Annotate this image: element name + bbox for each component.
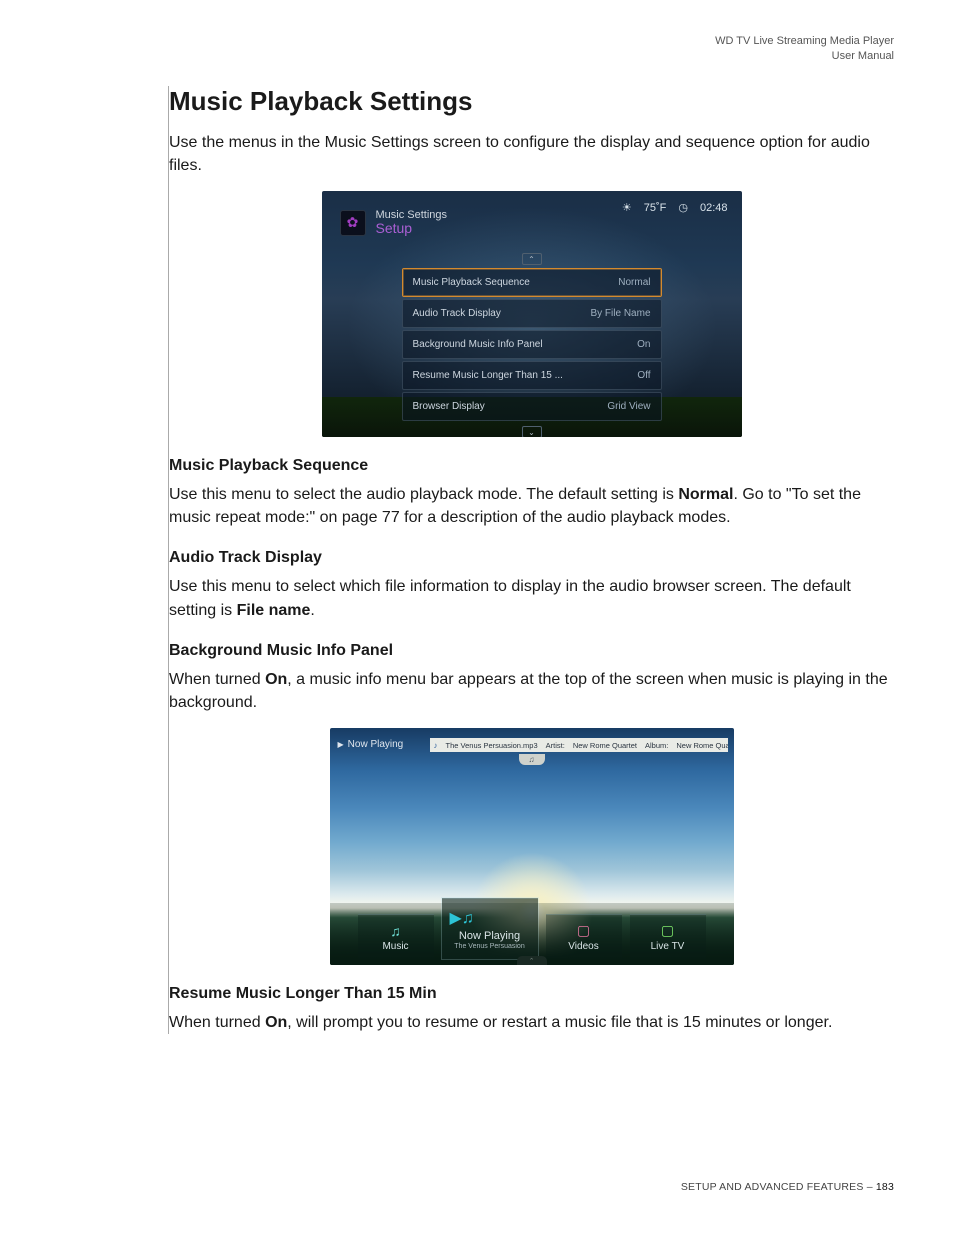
section-paragraph: Use this menu to select which file infor… [169, 575, 894, 621]
menu-row-bg-info-panel[interactable]: Background Music Info Panel On [402, 330, 662, 359]
section-heading: Audio Track Display [169, 549, 894, 567]
breadcrumb-current: Setup [376, 221, 448, 236]
settings-menu: ⌃ Music Playback Sequence Normal Audio T… [402, 253, 662, 437]
section-heading: Music Playback Sequence [169, 457, 894, 475]
temperature: 75˚F [644, 202, 667, 214]
menu-row-value: Normal [618, 277, 650, 288]
play-icon: ▶ [338, 740, 344, 749]
text: Use this menu to select the audio playba… [169, 486, 678, 503]
menu-row-label: Audio Track Display [413, 308, 501, 319]
page-footer: SETUP AND ADVANCED FEATURES – 183 [681, 1181, 894, 1193]
menu-row-label: Background Music Info Panel [413, 339, 543, 350]
menu-row-resume-15min[interactable]: Resume Music Longer Than 15 ... Off [402, 361, 662, 390]
home-tiles: ♫ Music ▶♫ Now Playing The Venus Persuas… [330, 891, 734, 959]
tv-icon: ▢ [661, 922, 674, 939]
music-icon: ♫ [390, 923, 401, 939]
menu-row-label: Music Playback Sequence [413, 277, 530, 288]
section-paragraph: Use this menu to select the audio playba… [169, 483, 894, 529]
info-artist-key: Artist: [546, 741, 565, 750]
weather-icon: ☀ [622, 201, 632, 214]
music-info-bar: ♪ The Venus Persuasion.mp3 Artist: New R… [430, 738, 728, 752]
menu-row-value: Off [637, 370, 650, 381]
clock-icon: ◷ [678, 201, 688, 214]
screenshot-home-now-playing: ▶ Now Playing ♪ The Venus Persuasion.mp3 … [330, 728, 734, 965]
tile-now-playing[interactable]: ▶♫ Now Playing The Venus Persuasion [442, 898, 538, 959]
footer-section: SETUP AND ADVANCED FEATURES [681, 1181, 864, 1193]
menu-row-value: By File Name [590, 308, 650, 319]
info-album-val: New Rome Quartet [676, 741, 727, 750]
gear-icon: ✿ [340, 210, 366, 236]
text-bold: File name [237, 602, 311, 619]
footer-sep: – [864, 1181, 876, 1193]
video-icon: ▢ [577, 922, 590, 939]
page-header: WD TV Live Streaming Media Player User M… [60, 34, 894, 64]
info-album-key: Album: [645, 741, 668, 750]
text: , will prompt you to resume or restart a… [287, 1014, 832, 1031]
header-subtitle: User Manual [60, 49, 894, 64]
page-title: Music Playback Settings [169, 86, 894, 117]
intro-paragraph: Use the menus in the Music Settings scre… [169, 131, 894, 177]
tile-label: Now Playing [459, 930, 520, 942]
text-bold: On [265, 671, 287, 688]
menu-row-label: Browser Display [413, 401, 485, 412]
tile-videos[interactable]: ▢ Videos [546, 914, 622, 959]
info-artist-val: New Rome Quartet [573, 741, 637, 750]
time: 02:48 [700, 202, 728, 214]
section-heading: Background Music Info Panel [169, 642, 894, 660]
header-product: WD TV Live Streaming Media Player [60, 34, 894, 49]
screenshot-music-settings: ☀ 75˚F ◷ 02:48 ✿ Music Settings Setup ⌃ [322, 191, 742, 437]
status-bar: ☀ 75˚F ◷ 02:48 [622, 201, 728, 214]
music-note-icon: ♪ [434, 741, 438, 750]
menu-row-label: Resume Music Longer Than 15 ... [413, 370, 563, 381]
info-file: The Venus Persuasion.mp3 [446, 741, 538, 750]
section-paragraph: When turned On, a music info menu bar ap… [169, 668, 894, 714]
tile-label: Videos [568, 941, 598, 952]
text: . [310, 602, 314, 619]
tile-label: Live TV [651, 941, 685, 952]
section-heading: Resume Music Longer Than 15 Min [169, 985, 894, 1003]
text: When turned [169, 1014, 265, 1031]
info-bar-handle-icon[interactable]: ♫ [519, 754, 545, 765]
page-number: 183 [876, 1181, 894, 1193]
tile-live-tv[interactable]: ▢ Live TV [630, 914, 706, 959]
text-bold: On [265, 1014, 287, 1031]
chevron-up-icon[interactable]: ⌃ [522, 253, 542, 265]
chevron-down-icon[interactable]: ⌄ [522, 426, 542, 437]
now-playing-icon: ▶♫ [450, 908, 474, 928]
menu-row-value: Grid View [607, 401, 650, 412]
section-paragraph: When turned On, will prompt you to resum… [169, 1011, 894, 1034]
dock-handle-icon[interactable]: ⌃ [517, 956, 547, 965]
tile-label: Music [382, 941, 408, 952]
tile-sublabel: The Venus Persuasion [454, 943, 524, 950]
now-playing-label: Now Playing [348, 739, 404, 750]
now-playing-indicator: ▶ Now Playing [338, 739, 404, 750]
menu-row-playback-sequence[interactable]: Music Playback Sequence Normal [402, 268, 662, 297]
breadcrumb: ✿ Music Settings Setup [340, 209, 448, 236]
text: When turned [169, 671, 265, 688]
text-bold: Normal [678, 486, 733, 503]
menu-row-browser-display[interactable]: Browser Display Grid View [402, 392, 662, 421]
menu-row-value: On [637, 339, 650, 350]
tile-music[interactable]: ♫ Music [358, 914, 434, 959]
menu-row-audio-track-display[interactable]: Audio Track Display By File Name [402, 299, 662, 328]
